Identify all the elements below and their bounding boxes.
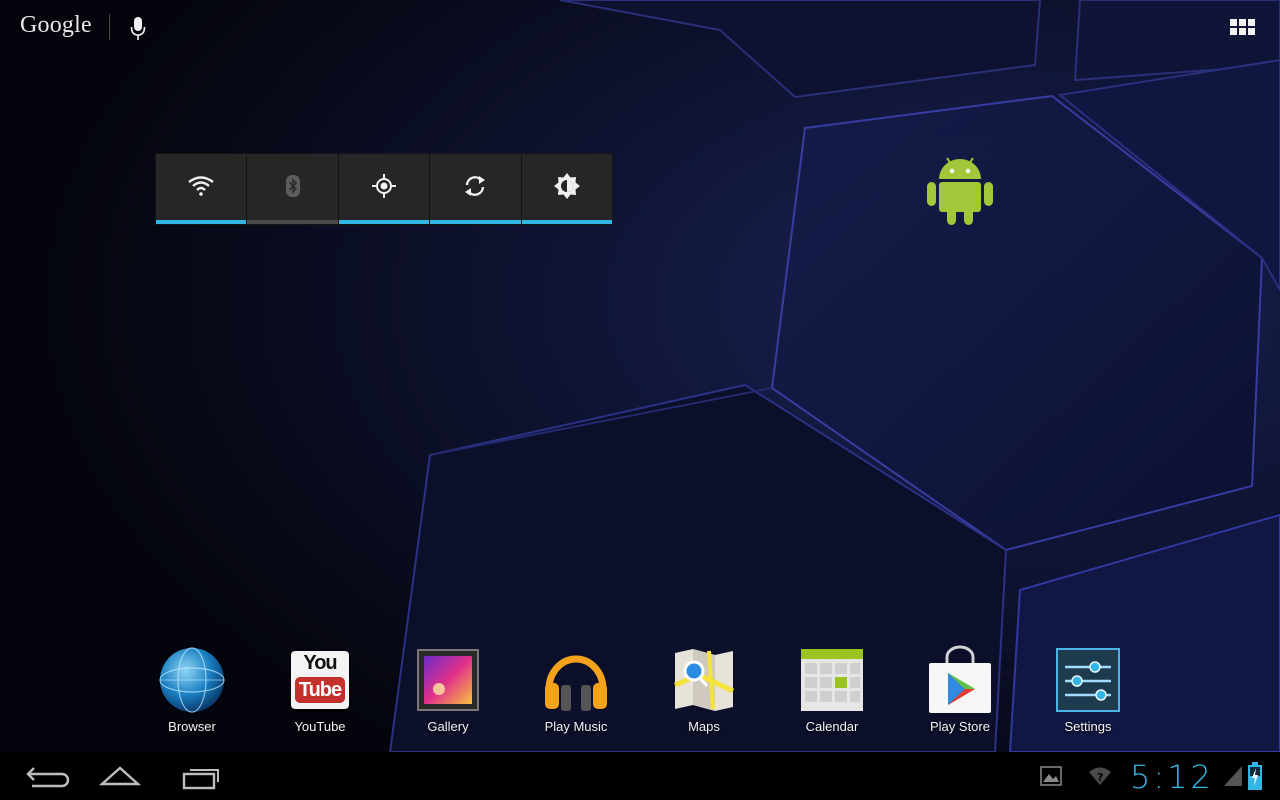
headphones-icon: [545, 655, 607, 711]
location-icon: [372, 174, 397, 198]
brightness-state-indicator: [521, 220, 613, 224]
youtube-icon-text-top: You: [303, 652, 337, 674]
dock-item-maps[interactable]: Maps: [654, 645, 754, 740]
android-robot-icon[interactable]: [925, 155, 995, 227]
dock-label: Browser: [168, 719, 216, 734]
dock-label: Gallery: [427, 719, 469, 734]
wifi-toggle[interactable]: [156, 154, 248, 224]
brightness-icon: [553, 173, 580, 199]
battery-charging-icon: [1248, 762, 1262, 790]
clock[interactable]: 5:12: [1130, 758, 1214, 796]
dock-item-browser[interactable]: Browser: [142, 645, 242, 740]
sync-state-indicator: [430, 220, 521, 224]
mic-icon[interactable]: [130, 16, 146, 42]
google-logo[interactable]: Google: [20, 12, 92, 39]
settings-sliders-icon: [1056, 648, 1120, 712]
dock-label: Calendar: [805, 719, 859, 734]
dock-label: Settings: [1064, 719, 1112, 734]
sync-icon: [465, 176, 486, 196]
cell-signal-icon: [1224, 766, 1242, 786]
wifi-icon: [188, 176, 214, 196]
sync-toggle[interactable]: [430, 154, 522, 224]
gps-state-indicator: [338, 220, 430, 224]
dock-item-calendar[interactable]: Calendar: [782, 645, 882, 740]
home-icon[interactable]: [92, 760, 148, 792]
bluetooth-state-indicator: [247, 220, 338, 224]
browser-globe-icon: [159, 647, 225, 713]
search-divider: [109, 14, 110, 40]
dock-item-play-store[interactable]: Play Store: [910, 645, 1010, 740]
back-icon[interactable]: [22, 760, 78, 792]
wifi-state-indicator: [156, 220, 247, 224]
google-search-bar[interactable]: Google: [0, 0, 170, 56]
dock-label: Play Music: [544, 719, 608, 734]
bluetooth-toggle[interactable]: [247, 154, 339, 224]
youtube-icon: You Tube: [291, 651, 349, 709]
dock-item-play-music[interactable]: Play Music: [526, 645, 626, 740]
screenshot-image-icon[interactable]: [1040, 766, 1062, 786]
wallpaper: [0, 0, 1280, 752]
play-store-bag-icon: [929, 645, 991, 713]
maps-icon: [674, 649, 735, 711]
calendar-icon: [801, 649, 863, 711]
svg-text:?: ?: [1097, 771, 1103, 784]
brightness-toggle[interactable]: [521, 154, 613, 224]
youtube-icon-text-bottom: Tube: [295, 677, 345, 703]
dock-label: Maps: [688, 719, 720, 734]
dock-item-settings[interactable]: Settings: [1038, 645, 1138, 740]
gps-toggle[interactable]: [338, 154, 431, 224]
system-bar: ? 5:12: [0, 752, 1280, 800]
gallery-icon: [417, 649, 479, 711]
all-apps-grid-icon[interactable]: [1226, 15, 1260, 41]
dock-item-gallery[interactable]: Gallery: [398, 645, 498, 740]
bluetooth-icon: [285, 175, 300, 197]
dock-label: YouTube: [294, 719, 346, 734]
power-control-widget: [156, 154, 613, 224]
wifi-no-signal-icon: ?: [1089, 767, 1111, 785]
dock-item-youtube[interactable]: You Tube YouTube: [270, 645, 370, 740]
recent-apps-icon[interactable]: [174, 760, 230, 792]
dock-label: Play Store: [930, 719, 990, 734]
